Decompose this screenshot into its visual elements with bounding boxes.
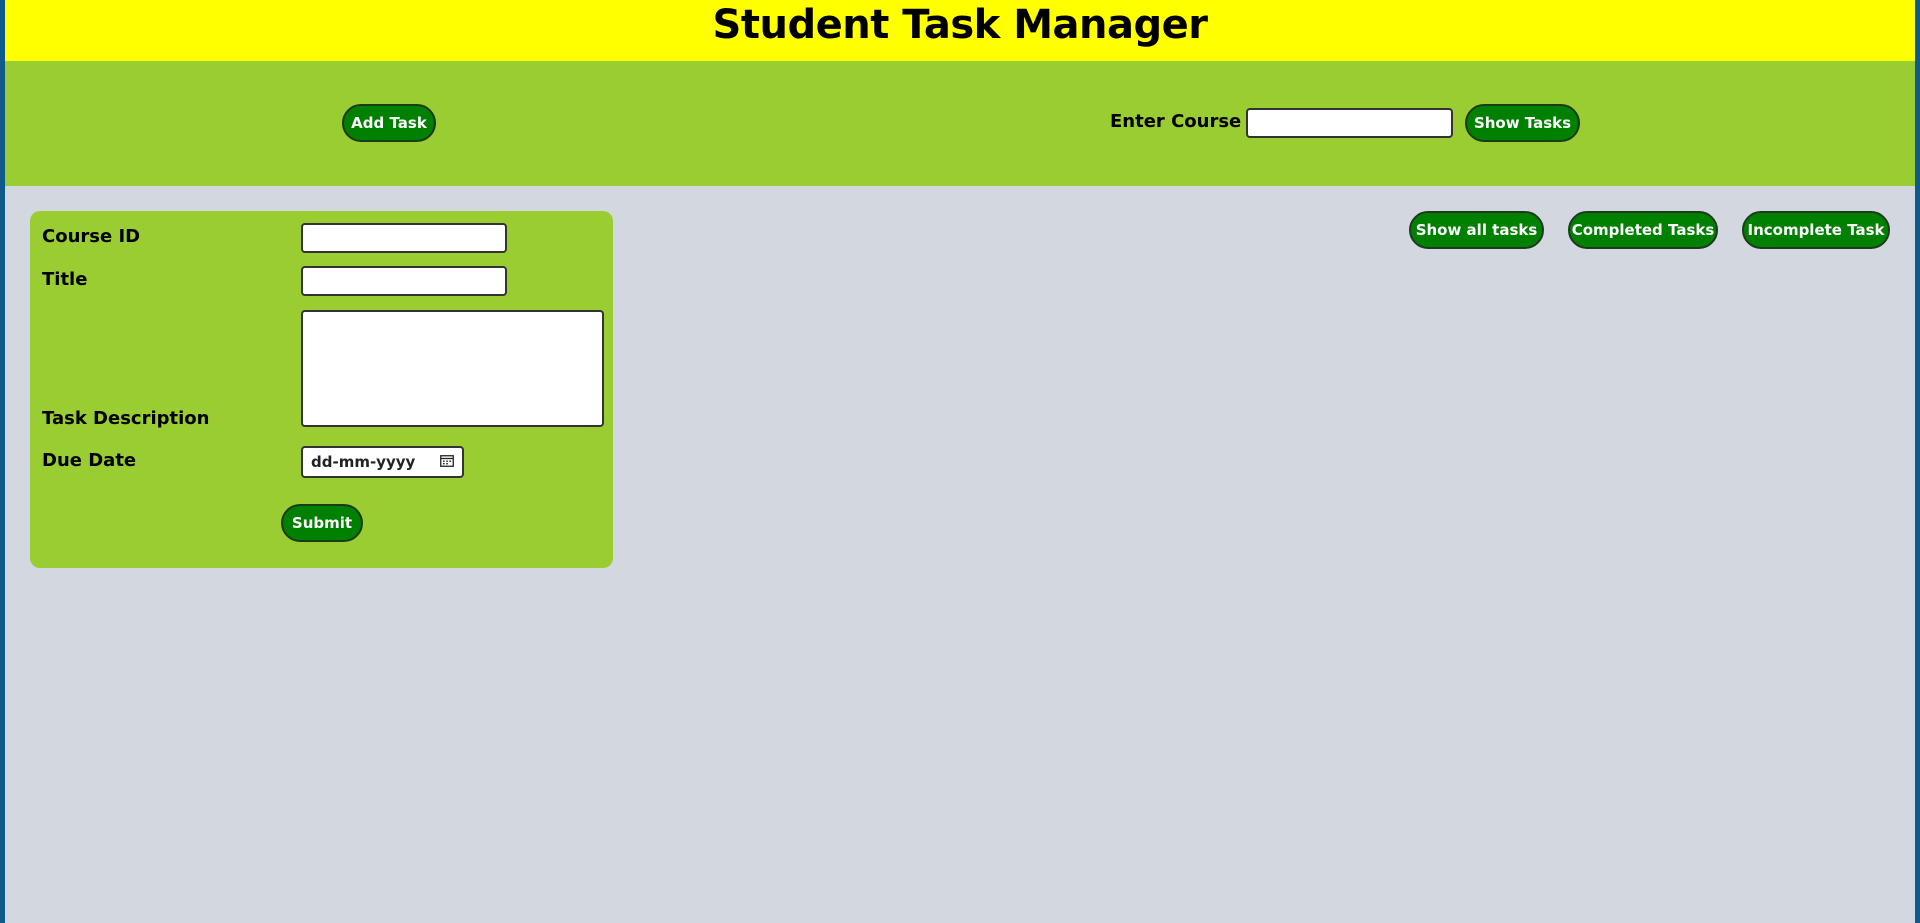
submit-button[interactable]: Submit [281, 504, 363, 542]
course-id-input[interactable] [301, 223, 507, 253]
task-description-label: Task Description [42, 408, 210, 429]
incomplete-tasks-button[interactable]: Incomplete Task [1742, 211, 1890, 249]
course-id-label: Course ID [42, 226, 141, 247]
add-task-button[interactable]: Add Task [342, 104, 436, 142]
page-title: Student Task Manager [712, 2, 1208, 48]
header-bar: Student Task Manager [5, 0, 1915, 61]
due-date-label: Due Date [42, 450, 137, 471]
toolbar: Add Task Enter Course ID Show Tasks [5, 61, 1915, 186]
add-task-form: Course ID Title Task Description Due Dat… [30, 211, 613, 568]
due-date-input[interactable]: dd-mm-yyyy [301, 446, 464, 478]
show-all-tasks-button[interactable]: Show all tasks [1409, 211, 1544, 249]
task-description-textarea[interactable] [301, 310, 604, 427]
show-tasks-button[interactable]: Show Tasks [1465, 104, 1580, 142]
title-input[interactable] [301, 266, 507, 296]
title-label: Title [42, 269, 88, 290]
page: Student Task Manager Add Task Enter Cour… [5, 0, 1915, 923]
completed-tasks-button[interactable]: Completed Tasks [1568, 211, 1718, 249]
due-date-placeholder: dd-mm-yyyy [311, 453, 416, 471]
calendar-icon[interactable] [440, 454, 454, 467]
course-id-search-input[interactable] [1246, 108, 1453, 138]
